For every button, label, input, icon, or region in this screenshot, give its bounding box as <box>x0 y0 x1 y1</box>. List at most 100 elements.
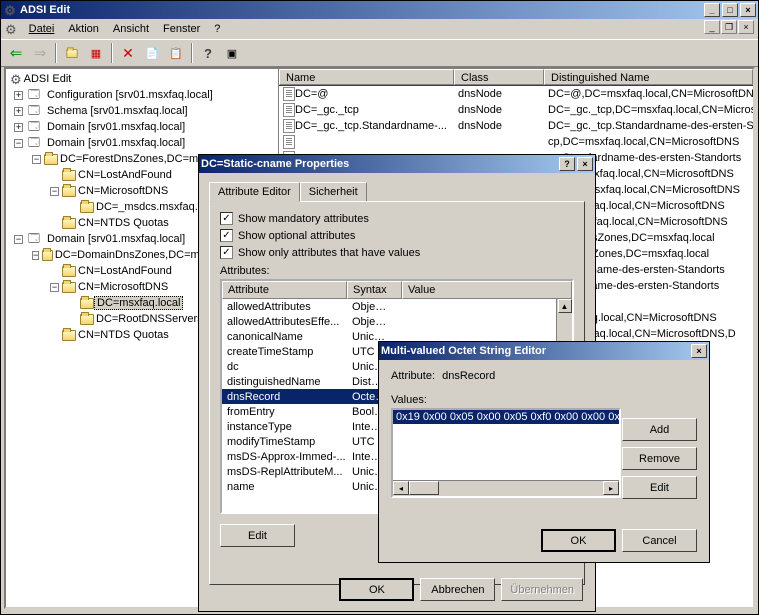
close-button[interactable]: × <box>577 157 593 171</box>
mdi-restore-button[interactable]: ❐ <box>721 20 737 34</box>
values-listbox[interactable]: 0x19 0x00 0x05 0x00 0x05 0xf0 0x00 0x00 … <box>391 408 621 498</box>
checkbox-icon[interactable] <box>220 212 233 225</box>
attr-row[interactable]: allowedAttributesObje… <box>222 299 572 314</box>
values-label: Values: <box>391 394 697 406</box>
add-button[interactable]: Add <box>622 418 697 441</box>
ok-button[interactable]: OK <box>541 529 616 552</box>
menu-aktion[interactable]: Aktion <box>62 21 105 37</box>
menu-fenster[interactable]: Fenster <box>157 21 206 37</box>
collapse-icon[interactable]: − <box>50 283 59 292</box>
list-row[interactable]: DC=@dnsNodeDC=@,DC=msxfaq.local,CN=Micro… <box>279 86 753 102</box>
dnsnode-icon <box>283 119 295 133</box>
scroll-thumb[interactable] <box>409 481 439 495</box>
close-button[interactable]: × <box>740 3 756 17</box>
expand-icon[interactable]: + <box>14 91 23 100</box>
col-dn[interactable]: Distinguished Name <box>544 69 753 85</box>
tree-node-schema[interactable]: +🗔Schema [srv01.msxfaq.local] <box>8 103 276 119</box>
collapse-icon[interactable]: − <box>14 139 23 148</box>
mdi-app-icon: ⚙ <box>5 23 17 36</box>
ok-button[interactable]: OK <box>339 578 414 601</box>
folder-icon <box>62 282 76 293</box>
help-button[interactable]: ? <box>559 157 575 171</box>
mdi-close-button[interactable]: × <box>738 20 754 34</box>
folder-icon <box>62 186 76 197</box>
apply-button[interactable]: Übernehmen <box>501 578 583 601</box>
edit-attribute-button[interactable]: Edit <box>220 524 295 547</box>
toolbar: ⇐ ⇒ ▦ ✕ 📄 📋 ? ▣ <box>1 39 758 67</box>
cell-attr: dnsRecord <box>222 391 347 403</box>
octet-title: Multi-valued Octet String Editor <box>381 345 689 357</box>
separator <box>55 43 57 63</box>
help-button[interactable]: ? <box>197 42 219 64</box>
menu-help[interactable]: ? <box>208 21 226 37</box>
tree-node-domain-1[interactable]: +🗔Domain [srv01.msxfaq.local] <box>8 119 276 135</box>
properties-button[interactable]: 📄 <box>141 42 163 64</box>
show-hide-tree-button[interactable]: ▦ <box>85 42 107 64</box>
col-name[interactable]: Name <box>279 69 454 85</box>
up-button[interactable] <box>61 42 83 64</box>
dnsnode-icon <box>283 135 295 149</box>
value-item-0[interactable]: 0x19 0x00 0x05 0x00 0x05 0xf0 0x00 0x00 … <box>393 410 619 424</box>
minimize-button[interactable]: _ <box>704 3 720 17</box>
list-row[interactable]: cp,DC=msxfaq.local,CN=MicrosoftDNS <box>279 134 753 150</box>
collapse-icon[interactable]: − <box>32 251 39 260</box>
folder-icon <box>62 330 76 341</box>
refresh-button[interactable]: 📋 <box>165 42 187 64</box>
expand-icon[interactable]: + <box>14 107 23 116</box>
checkbox-icon[interactable] <box>220 229 233 242</box>
maximize-button[interactable]: □ <box>722 3 738 17</box>
folder-icon <box>42 250 53 261</box>
back-button[interactable]: ⇐ <box>5 42 27 64</box>
scroll-right-button[interactable]: ▸ <box>603 481 619 495</box>
close-button[interactable]: × <box>691 344 707 358</box>
cell-attr: fromEntry <box>222 406 347 418</box>
collapse-icon[interactable]: − <box>32 155 41 164</box>
cell-class: dnsNode <box>454 120 544 132</box>
col-attribute[interactable]: Attribute <box>222 281 347 299</box>
col-syntax[interactable]: Syntax <box>347 281 402 299</box>
cell-attr: allowedAttributesEffe... <box>222 316 347 328</box>
export-list-button[interactable]: ▣ <box>221 42 243 64</box>
cell-attr: createTimeStamp <box>222 346 347 358</box>
cell-dn: DC=_gc._tcp.Standardname-des-ersten-Stan… <box>544 120 753 132</box>
tree-root[interactable]: ⚙ADSI Edit <box>8 71 276 87</box>
col-value[interactable]: Value <box>402 281 572 299</box>
cell-attr: name <box>222 481 347 493</box>
scroll-left-button[interactable]: ◂ <box>393 481 409 495</box>
tree-node-domain-2[interactable]: −🗔Domain [srv01.msxfaq.local] <box>8 135 276 151</box>
props-titlebar[interactable]: DC=Static-cname Properties ? × <box>199 155 595 173</box>
collapse-icon[interactable]: − <box>14 235 23 244</box>
cancel-button[interactable]: Cancel <box>622 529 697 552</box>
dnsnode-icon <box>283 103 295 117</box>
menu-datei[interactable]: Datei <box>23 21 61 37</box>
edit-button[interactable]: Edit <box>622 476 697 499</box>
octet-editor-dialog: Multi-valued Octet String Editor × Attri… <box>378 341 710 563</box>
tab-attribute-editor[interactable]: Attribute Editor <box>209 182 300 202</box>
collapse-icon[interactable]: − <box>50 187 59 196</box>
list-row[interactable]: DC=_gc._tcp.Standardname-...dnsNodeDC=_g… <box>279 118 753 134</box>
menu-ansicht[interactable]: Ansicht <box>107 21 155 37</box>
delete-button[interactable]: ✕ <box>117 42 139 64</box>
mdi-minimize-button[interactable]: _ <box>704 20 720 34</box>
forward-button[interactable]: ⇒ <box>29 42 51 64</box>
cancel-button[interactable]: Abbrechen <box>420 578 495 601</box>
list-row[interactable]: DC=_gc._tcpdnsNodeDC=_gc._tcp,DC=msxfaq.… <box>279 102 753 118</box>
cell-attr: canonicalName <box>222 331 347 343</box>
octet-titlebar[interactable]: Multi-valued Octet String Editor × <box>379 342 709 360</box>
scroll-up-button[interactable]: ▲ <box>558 299 572 313</box>
check-optional[interactable]: Show optional attributes <box>220 229 574 242</box>
cell-attr: dc <box>222 361 347 373</box>
col-class[interactable]: Class <box>454 69 544 85</box>
check-values-only[interactable]: Show only attributes that have values <box>220 246 574 259</box>
remove-button[interactable]: Remove <box>622 447 697 470</box>
check-mandatory[interactable]: Show mandatory attributes <box>220 212 574 225</box>
tab-sicherheit[interactable]: Sicherheit <box>300 182 367 202</box>
attr-row[interactable]: allowedAttributesEffe...Obje… <box>222 314 572 329</box>
expand-icon[interactable]: + <box>14 123 23 132</box>
folder-icon <box>62 170 76 181</box>
cell-attr: modifyTimeStamp <box>222 436 347 448</box>
horizontal-scrollbar[interactable]: ◂ ▸ <box>393 480 619 496</box>
checkbox-icon[interactable] <box>220 246 233 259</box>
main-titlebar[interactable]: ⚙ ADSI Edit _ □ × <box>1 1 758 19</box>
tree-node-configuration[interactable]: +🗔Configuration [srv01.msxfaq.local] <box>8 87 276 103</box>
